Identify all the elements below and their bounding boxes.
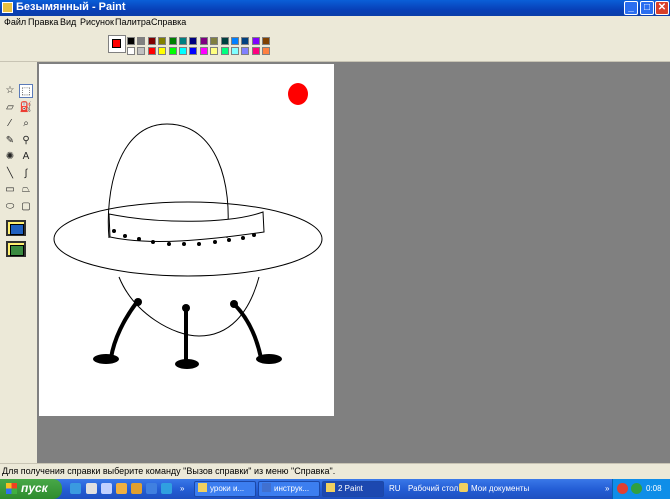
ufo-drawing [53, 83, 323, 369]
app-icon[interactable] [131, 483, 142, 494]
airbrush-icon[interactable]: ✺ [3, 150, 17, 164]
palette-swatch[interactable] [251, 37, 260, 45]
palette-swatch[interactable] [220, 37, 229, 45]
close-button[interactable]: ✕ [655, 1, 669, 15]
palette-swatch[interactable] [158, 47, 167, 55]
palette-swatch[interactable] [179, 47, 187, 55]
menu-help[interactable]: Справка [151, 17, 186, 27]
palette-swatch[interactable] [127, 37, 135, 45]
ellipse-tool-icon[interactable]: ⬭ [3, 200, 17, 214]
palette-swatch[interactable] [220, 47, 229, 55]
media-icon[interactable] [86, 483, 97, 494]
palette-swatch[interactable] [262, 47, 271, 55]
maximize-button[interactable]: □ [640, 1, 654, 15]
palette-swatch[interactable] [168, 47, 177, 55]
quicklaunch-chevron[interactable]: » [180, 484, 184, 493]
status-text: Для получения справки выберите команду "… [2, 466, 336, 476]
menu-edit[interactable]: Правка [28, 17, 58, 27]
status-bar: Для получения справки выберите команду "… [0, 463, 670, 479]
my-documents-toolbar[interactable]: Мои документы [471, 484, 529, 493]
browser-icon[interactable] [146, 483, 157, 494]
palette-swatch[interactable] [168, 37, 177, 45]
palette-swatch[interactable] [210, 37, 219, 45]
palette-swatch[interactable] [199, 47, 208, 55]
red-dot [288, 83, 308, 105]
tray-chevron[interactable]: » [605, 484, 609, 493]
palette-swatch[interactable] [241, 47, 250, 55]
windows-flag-icon [6, 483, 17, 494]
palette-swatch[interactable] [147, 47, 156, 55]
menu-colors[interactable]: Палитра [115, 17, 151, 27]
minimize-button[interactable]: _ [624, 1, 638, 15]
palette-swatch[interactable] [210, 47, 219, 55]
line-tool-icon[interactable]: ╲ [3, 167, 17, 181]
current-colors[interactable] [108, 35, 126, 53]
drawing-canvas[interactable] [39, 64, 334, 416]
palette-swatch[interactable] [189, 47, 198, 55]
palette-swatch[interactable] [251, 47, 260, 55]
paint-quick-icon[interactable] [116, 483, 127, 494]
window-title: Безымянный - Paint [16, 1, 126, 13]
workspace [37, 62, 670, 463]
task-paint[interactable]: 2 Paint [322, 481, 384, 497]
tray-network-icon[interactable] [631, 483, 642, 494]
palette-swatch[interactable] [199, 37, 208, 45]
language-indicator[interactable]: RU [389, 484, 401, 493]
polygon-tool-icon[interactable]: ⏢ [19, 183, 33, 197]
palette-swatch[interactable] [189, 37, 198, 45]
menu-image[interactable]: Рисунок [80, 17, 114, 27]
system-tray: 0:08 [612, 479, 670, 499]
tool-option-transparent[interactable] [6, 241, 26, 257]
palette-swatch[interactable] [147, 37, 156, 45]
text-tool-icon[interactable]: A [19, 150, 33, 164]
my-documents-icon [459, 483, 468, 492]
palette-swatch[interactable] [241, 37, 250, 45]
ie-icon[interactable] [70, 483, 81, 494]
menu-view[interactable]: Вид [60, 17, 76, 27]
palette-swatch[interactable] [179, 37, 187, 45]
color-palette-bar [0, 29, 670, 62]
task-folder[interactable]: уроки и... [194, 481, 256, 497]
tool-option-opaque[interactable] [6, 220, 26, 236]
rect-select-icon[interactable]: ⬚ [19, 84, 33, 98]
palette-swatch[interactable] [231, 47, 239, 55]
title-bar: Безымянный - Paint _ □ ✕ [0, 0, 670, 16]
paint-icon [326, 483, 335, 492]
clock: 0:08 [646, 484, 662, 493]
eraser-icon[interactable]: ▱ [3, 101, 17, 115]
menu-file[interactable]: Файл [4, 17, 26, 27]
desktop-toolbar[interactable]: Рабочий стол [408, 484, 458, 493]
paint-app-icon [2, 2, 13, 13]
task-word[interactable]: инструк... [258, 481, 320, 497]
brush-icon[interactable]: ⚲ [19, 134, 33, 148]
word-icon [262, 483, 271, 492]
pencil-icon[interactable]: ✎ [3, 134, 17, 148]
palette-swatch[interactable] [137, 47, 146, 55]
free-select-icon[interactable]: ☆ [3, 84, 17, 98]
menu-bar: Файл Правка Вид Рисунок Палитра Справка [0, 16, 670, 29]
start-button[interactable]: пуск [0, 479, 62, 499]
fill-bucket-icon[interactable]: ⛽ [19, 101, 33, 115]
foreground-color [112, 39, 121, 48]
rectangle-tool-icon[interactable]: ▭ [3, 183, 17, 197]
folder-icon [198, 483, 207, 492]
rounded-rect-tool-icon[interactable]: ▢ [19, 200, 33, 214]
doc-icon[interactable] [101, 483, 112, 494]
palette-swatch[interactable] [262, 37, 271, 45]
palette-swatch[interactable] [158, 37, 167, 45]
magnifier-icon[interactable]: ⌕ [19, 117, 33, 131]
taskbar: пуск » уроки и... инструк... 2 Paint RU … [0, 479, 670, 499]
color-picker-icon[interactable]: ⁄ [3, 117, 17, 131]
palette-swatch[interactable] [231, 37, 239, 45]
palette-swatch[interactable] [137, 37, 146, 45]
tray-app-icon[interactable] [617, 483, 628, 494]
curve-tool-icon[interactable]: ∫ [19, 167, 33, 181]
palette-swatch[interactable] [127, 47, 135, 55]
ie2-icon[interactable] [161, 483, 172, 494]
